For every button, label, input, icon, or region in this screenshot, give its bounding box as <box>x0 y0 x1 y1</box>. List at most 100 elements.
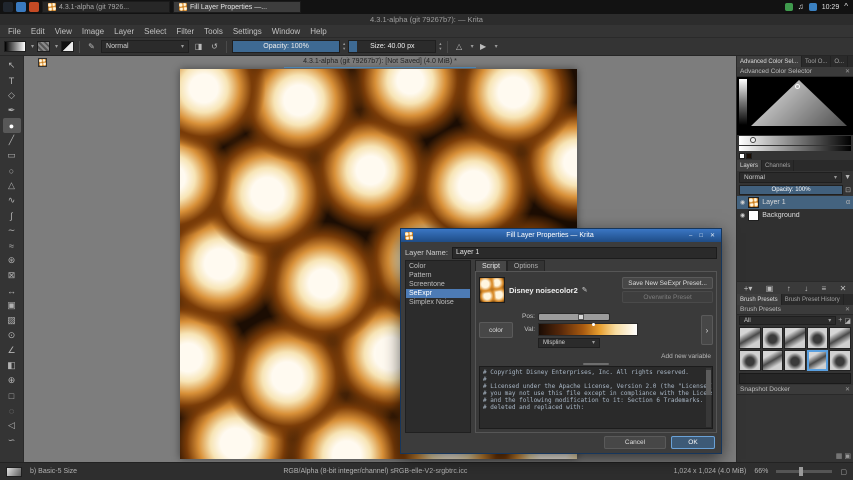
close-icon[interactable]: ✕ <box>845 386 850 393</box>
brush-preset[interactable] <box>762 350 784 372</box>
tool-multibrush[interactable]: ⊛ <box>3 253 21 268</box>
brush-preset[interactable] <box>807 327 829 349</box>
tray-status-icon[interactable] <box>785 3 793 11</box>
tool-polygon[interactable]: △ <box>3 178 21 193</box>
tool-select-shapes[interactable]: ↖ <box>3 58 21 73</box>
layer-name-input[interactable]: Layer 1 <box>452 247 717 259</box>
brush-preset[interactable] <box>784 350 806 372</box>
tool-ellipse[interactable]: ○ <box>3 163 21 178</box>
tag-icon[interactable]: ◪ <box>844 317 851 325</box>
tool-select-rectangular[interactable]: □ <box>3 388 21 403</box>
mirror-tool-icon[interactable]: △ <box>453 40 466 53</box>
menu-filter[interactable]: Filter <box>171 27 199 36</box>
menu-window[interactable]: Window <box>267 27 305 36</box>
app-icon-blue[interactable] <box>16 2 26 12</box>
tool-line[interactable]: ╱ <box>3 133 21 148</box>
hue-strip[interactable] <box>739 79 747 125</box>
menu-layer[interactable]: Layer <box>109 27 139 36</box>
gradient-chooser[interactable] <box>4 41 26 52</box>
menu-image[interactable]: Image <box>77 27 109 36</box>
app-icon-orange[interactable] <box>29 2 39 12</box>
visibility-eye-icon[interactable]: ◉ <box>740 199 745 206</box>
visibility-eye-icon[interactable]: ◉ <box>740 212 745 219</box>
brush-preset[interactable] <box>829 350 851 372</box>
tab-advanced-color-selector[interactable]: Advanced Color Sel... <box>737 56 802 67</box>
generator-pattern[interactable]: Pattern <box>406 271 470 280</box>
generator-simplex-noise[interactable]: Simplex Noise <box>406 298 470 307</box>
move-layer-up-icon[interactable]: ↑ <box>787 284 791 293</box>
tool-bezier-curve[interactable]: ∫ <box>3 208 21 223</box>
swatch-white[interactable] <box>739 153 745 159</box>
lock-icon[interactable]: ⊡ <box>845 186 851 194</box>
generator-screentone[interactable]: Screentone <box>406 280 470 289</box>
edit-pencil-icon[interactable]: ✎ <box>582 286 588 294</box>
mirror-chevron-down-icon[interactable]: ▾ <box>471 43 474 50</box>
menu-view[interactable]: View <box>50 27 77 36</box>
layer-blending-mode-dropdown[interactable]: Normal ▾ <box>739 172 842 183</box>
reload-preset-icon[interactable]: ↺ <box>208 40 221 53</box>
brush-preset[interactable] <box>739 350 761 372</box>
tool-move[interactable]: ↔ <box>3 283 21 298</box>
menu-select[interactable]: Select <box>139 27 171 36</box>
interpolation-dropdown[interactable]: Mlspline ▾ <box>538 338 600 348</box>
tool-assistants[interactable]: ⊕ <box>3 373 21 388</box>
fg-bg-color-chip[interactable] <box>61 41 74 52</box>
value-gradient-bar[interactable] <box>538 323 638 336</box>
alpha-icon[interactable]: α <box>846 199 850 206</box>
brush-search-input[interactable] <box>739 373 851 384</box>
tool-select-elliptical[interactable]: ◌ <box>3 403 21 418</box>
tool-color-sampler[interactable]: ⊙ <box>3 328 21 343</box>
tab-brush-preset-history[interactable]: Brush Preset History <box>782 294 844 305</box>
menu-help[interactable]: Help <box>305 27 331 36</box>
minimize-icon[interactable]: – <box>687 233 694 239</box>
brush-size-slider[interactable]: Size: 40.00 px <box>348 40 436 53</box>
move-layer-down-icon[interactable]: ↓ <box>804 284 808 293</box>
duplicate-layer-icon[interactable]: ▣ <box>766 284 774 293</box>
add-tag-icon[interactable]: + <box>838 317 842 324</box>
tab-tool-options[interactable]: Tool O... <box>802 56 831 67</box>
fullscreen-icon[interactable]: ▢ <box>840 468 847 476</box>
tab-script[interactable]: Script <box>475 260 507 271</box>
tab-options[interactable]: Options <box>507 260 545 271</box>
tool-freehand-path[interactable]: ∼ <box>3 223 21 238</box>
tool-dynamic-brush[interactable]: ≈ <box>3 238 21 253</box>
taskbar-window-krita[interactable]: 4.3.1-alpha (git 7926... <box>42 1 170 13</box>
tool-measure[interactable]: ∠ <box>3 343 21 358</box>
tool-text[interactable]: T <box>3 73 21 88</box>
zoom-slider[interactable] <box>776 470 832 473</box>
filter-layers-icon[interactable]: ▼ <box>844 174 851 181</box>
tool-polyline[interactable]: ∿ <box>3 193 21 208</box>
brush-preset-chip[interactable] <box>6 467 22 477</box>
brush-preset[interactable] <box>762 327 784 349</box>
tool-edit-shapes[interactable]: ◇ <box>3 88 21 103</box>
tool-transform[interactable]: ⊠ <box>3 268 21 283</box>
tag-filter-dropdown[interactable]: All ▾ <box>739 316 836 325</box>
detail-view-icon[interactable]: ▣ <box>844 452 851 460</box>
opacity-spinner[interactable]: ▴▾ <box>343 42 345 51</box>
value-bar[interactable] <box>739 136 851 145</box>
pattern-chooser[interactable] <box>37 41 50 52</box>
network-icon[interactable] <box>809 3 817 11</box>
tab-overview[interactable]: O... <box>831 56 848 67</box>
script-scrollbar[interactable] <box>706 368 711 427</box>
add-new-variable-link[interactable]: Add new variable <box>479 353 713 362</box>
generator-color[interactable]: Color <box>406 262 470 271</box>
preset-thumbnail[interactable] <box>479 277 505 303</box>
taskbar-window-dialog[interactable]: Fill Layer Properties —... <box>173 1 301 13</box>
ok-button[interactable]: OK <box>671 436 715 449</box>
grid-view-icon[interactable]: ▦ <box>836 452 843 460</box>
maximize-icon[interactable]: □ <box>697 233 705 239</box>
color-variable-button[interactable]: color <box>479 322 513 338</box>
delete-layer-icon[interactable]: ✕ <box>840 284 847 293</box>
opacity-slider[interactable]: Opacity: 100% <box>232 40 340 53</box>
close-icon[interactable]: ✕ <box>708 232 717 239</box>
pos-slider-handle[interactable] <box>578 314 584 320</box>
tray-expand-icon[interactable]: ^ <box>844 2 848 12</box>
dialog-titlebar[interactable]: Fill Layer Properties — Krita – □ ✕ <box>401 229 721 242</box>
volume-icon[interactable]: ♫ <box>798 2 804 12</box>
tool-rectangle[interactable]: ▭ <box>3 148 21 163</box>
close-icon[interactable]: ✕ <box>845 306 850 313</box>
menu-settings[interactable]: Settings <box>228 27 267 36</box>
window-titlebar[interactable]: 4.3.1-alpha (git 79267b7): — Krita <box>0 14 853 25</box>
pos-slider[interactable] <box>538 313 610 321</box>
